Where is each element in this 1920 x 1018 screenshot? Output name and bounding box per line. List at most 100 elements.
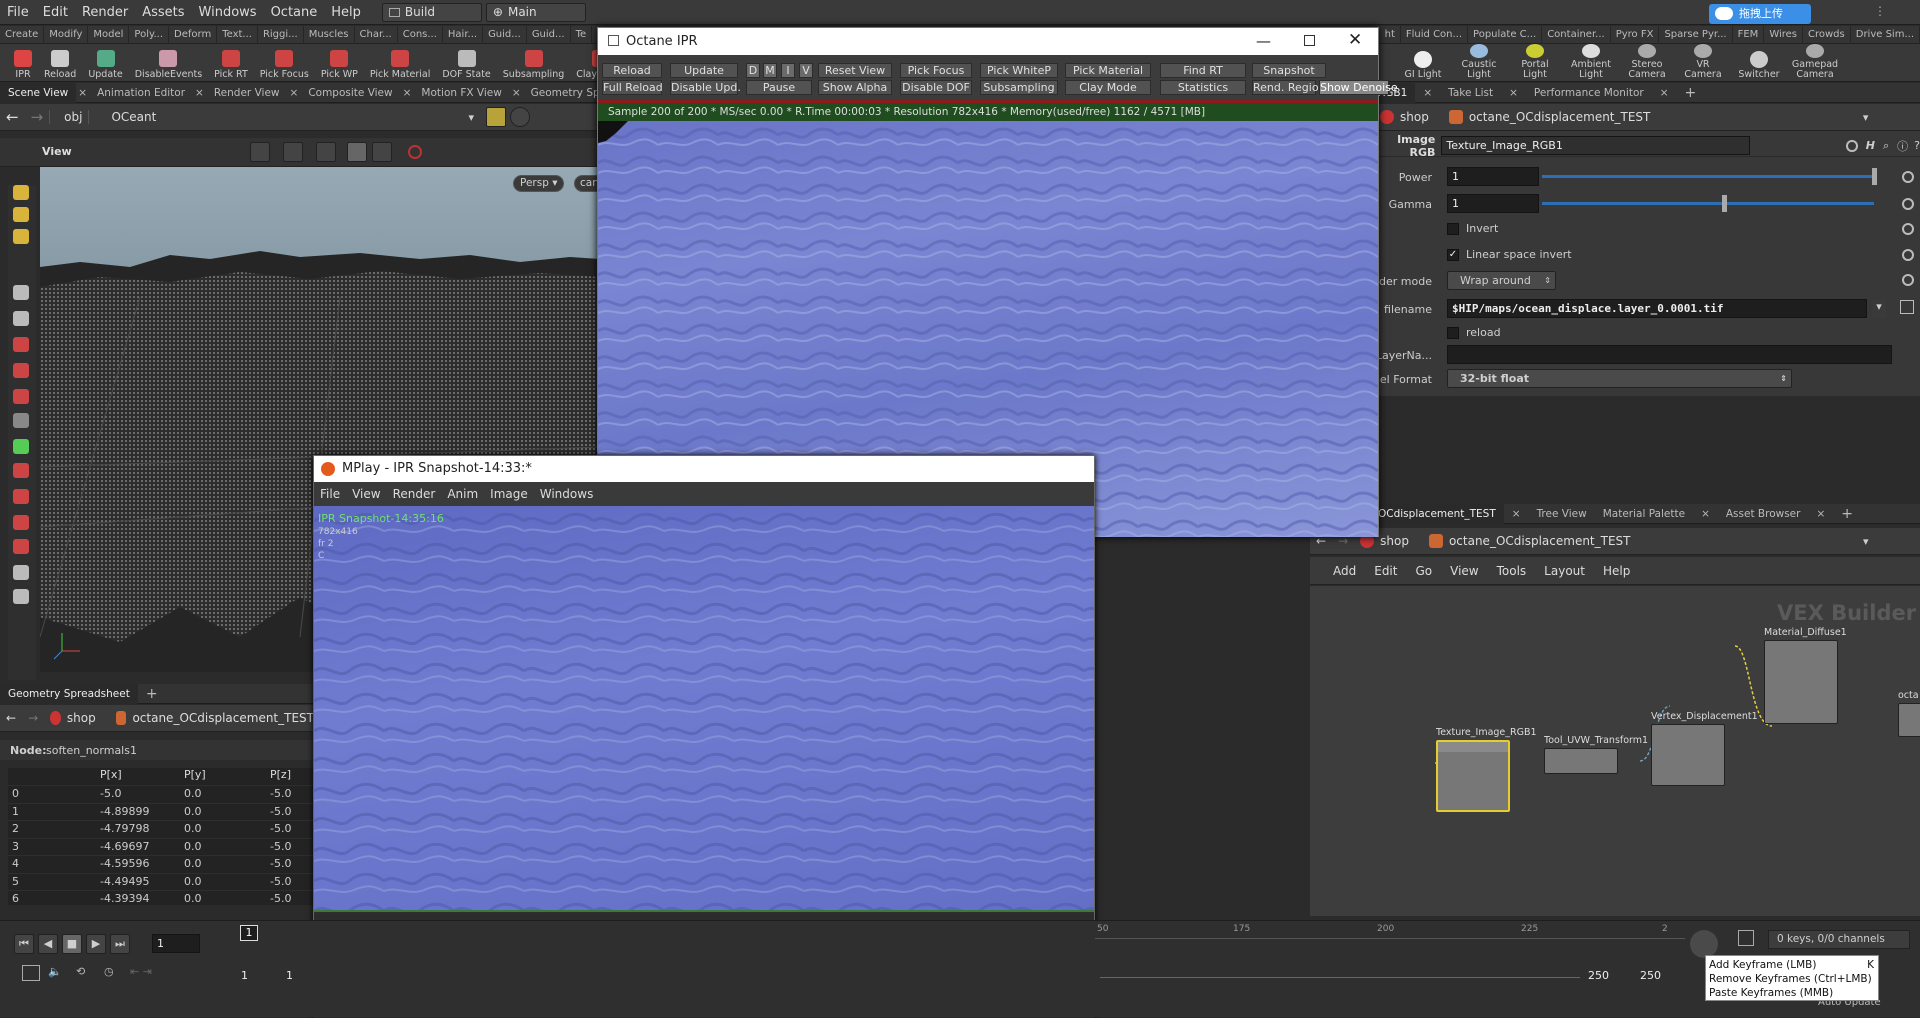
viewport-tool-icon[interactable] <box>13 515 29 530</box>
node-octane-output[interactable] <box>1898 703 1920 737</box>
node-path[interactable]: OCeant <box>88 110 468 124</box>
table-header[interactable]: P[z] <box>270 768 291 783</box>
material-path[interactable]: octane_OCdisplacement_TEST <box>126 711 320 725</box>
menu-render[interactable]: Render <box>75 0 135 25</box>
tab-close-icon[interactable]: × <box>193 83 206 103</box>
viewport-tool-icon[interactable] <box>13 207 29 222</box>
shelf-tab[interactable]: Create <box>0 25 45 44</box>
menu-windows[interactable]: Windows <box>192 0 264 25</box>
linear-checkbox[interactable]: ✓ <box>1447 249 1459 261</box>
shelf-tool-button[interactable]: Subsampling <box>503 44 564 82</box>
node-name-field[interactable]: Texture_Image_RGB1 <box>1441 136 1751 155</box>
shelf-tab[interactable]: Riggi... <box>258 25 304 44</box>
start-field[interactable]: 1 <box>237 967 277 986</box>
table-row[interactable]: 3 -4.69697 0.0 -5.0 <box>8 837 320 855</box>
ipr-button[interactable]: Reset View <box>818 63 892 78</box>
main-range-slider[interactable] <box>1100 977 1580 978</box>
shelf-tab[interactable]: Text... <box>217 25 258 44</box>
shop-path[interactable]: shop <box>1394 110 1435 124</box>
tab-asset-browser[interactable]: Asset Browser <box>1718 504 1809 524</box>
display-options-icon[interactable] <box>250 142 270 162</box>
tab-left-pane[interactable]: Render View <box>206 83 288 103</box>
table-row[interactable]: 1 -4.89899 0.0 -5.0 <box>8 802 320 820</box>
main-timeline[interactable] <box>1095 938 1685 939</box>
ipr-button[interactable]: Pick WhiteP <box>980 63 1058 78</box>
tab-close-icon[interactable]: × <box>1501 83 1526 103</box>
pin-icon[interactable] <box>485 107 506 127</box>
node-vertex-displacement[interactable] <box>1651 724 1725 786</box>
link-icon[interactable] <box>509 107 530 127</box>
ipr-button[interactable]: Full Reload <box>602 80 663 95</box>
mplay-menu-item[interactable]: Image <box>484 487 534 501</box>
layer-name-field[interactable] <box>1447 345 1892 364</box>
ipr-button[interactable]: Update <box>670 63 738 78</box>
ipr-button[interactable]: Pick Material <box>1065 63 1151 78</box>
ipr-button[interactable]: Clay Mode <box>1065 80 1151 95</box>
shelf-tool-button[interactable]: Stereo Camera <box>1624 44 1670 82</box>
shelf-tab[interactable]: Container... <box>1542 25 1611 44</box>
reload-checkbox[interactable] <box>1447 327 1459 339</box>
stop-icon[interactable]: ■ <box>62 934 82 954</box>
visibility-icon[interactable] <box>316 142 336 162</box>
shop-path[interactable]: shop <box>1374 534 1415 548</box>
shelf-tool-button[interactable]: DisableEvents <box>135 44 202 82</box>
tab-geometry-spreadsheet[interactable]: Geometry Spreadsheet <box>0 683 138 704</box>
viewport-tool-icon[interactable] <box>13 337 29 352</box>
shelf-tool-button[interactable]: Ambient Light <box>1568 44 1614 82</box>
lock-camera-icon[interactable] <box>372 142 392 162</box>
gamma-slider-handle[interactable] <box>1722 195 1727 212</box>
channel-icon[interactable] <box>1738 930 1754 946</box>
node-texture-image[interactable] <box>1436 740 1510 812</box>
file-browse-icon[interactable] <box>1900 300 1914 314</box>
back-arrow-icon[interactable]: ← <box>0 108 25 126</box>
start2-field[interactable]: 1 <box>282 967 312 986</box>
tab-close-icon[interactable]: × <box>76 83 89 103</box>
menu-help[interactable]: Help <box>324 0 368 25</box>
tab-take-list[interactable]: Take List <box>1440 83 1501 103</box>
info-icon[interactable]: ⓘ <box>1897 138 1908 154</box>
tab-close-icon[interactable]: × <box>401 83 414 103</box>
ipr-button[interactable]: Subsampling <box>980 80 1058 95</box>
network-menu-item[interactable]: Help <box>1594 564 1639 578</box>
shelf-tab[interactable]: Hair... <box>443 25 484 44</box>
ipr-button[interactable]: I <box>781 63 795 78</box>
add-tab-icon[interactable]: + <box>1833 504 1861 524</box>
tab-close-icon[interactable]: × <box>288 83 301 103</box>
network-menu-item[interactable]: Layout <box>1535 564 1594 578</box>
table-row[interactable]: 4 -4.59596 0.0 -5.0 <box>8 855 320 872</box>
shelf-tool-button[interactable]: Reload <box>44 44 76 82</box>
search-icon[interactable]: ⌕ <box>1883 139 1889 153</box>
tab-network[interactable]: OCdisplacement_TEST <box>1370 503 1504 524</box>
material-path[interactable]: octane_OCdisplacement_TEST <box>1443 534 1863 548</box>
viewport-tool-icon[interactable] <box>13 589 29 604</box>
filename-field[interactable]: $HIP/maps/ocean_displace.layer_0.0001.ti… <box>1447 299 1867 318</box>
upload-badge[interactable]: 拖拽上传 <box>1709 4 1811 24</box>
shelf-tool-button[interactable]: GI Light <box>1400 44 1446 82</box>
network-canvas[interactable]: VEX Builder Texture_Image_RGB1 Tool_UVW_… <box>1310 586 1920 916</box>
ipr-button[interactable]: V <box>799 63 813 78</box>
ipr-button[interactable]: Show Alpha <box>818 80 892 95</box>
ipr-button[interactable]: Reload <box>602 63 662 78</box>
gear-icon[interactable] <box>1902 223 1914 235</box>
path-dropdown-icon[interactable]: ▾ <box>1863 535 1869 548</box>
shelf-tab[interactable]: Pyro FX <box>1611 25 1660 44</box>
tab-close-icon[interactable]: × <box>1415 83 1440 103</box>
gear-icon[interactable] <box>1846 139 1858 152</box>
shelf-tab[interactable]: Wires <box>1764 25 1804 44</box>
shelf-tool-button[interactable]: IPR <box>14 44 32 82</box>
desktop-selector[interactable]: Build <box>381 2 482 22</box>
gamma-slider[interactable] <box>1542 202 1874 205</box>
menu-edit[interactable]: Edit <box>36 0 75 25</box>
shelf-tool-button[interactable]: Gamepad Camera <box>1792 44 1838 82</box>
border-mode-menu[interactable]: Wrap around ⇕ <box>1447 271 1556 290</box>
viewport-tool-icon[interactable] <box>13 463 29 478</box>
gear-icon[interactable] <box>1902 198 1914 210</box>
shelf-tab[interactable]: Sparse Pyr... <box>1659 25 1733 44</box>
obj-path[interactable]: obj <box>49 110 88 124</box>
shelf-tool-button[interactable]: Caustic Light <box>1456 44 1502 82</box>
record-icon[interactable] <box>408 145 422 159</box>
ipr-button[interactable]: Pick Focus <box>900 63 972 78</box>
close-icon[interactable]: ✕ <box>1348 30 1362 50</box>
shelf-tool-button[interactable]: DOF State <box>442 44 491 82</box>
shading-icon[interactable] <box>347 142 367 162</box>
